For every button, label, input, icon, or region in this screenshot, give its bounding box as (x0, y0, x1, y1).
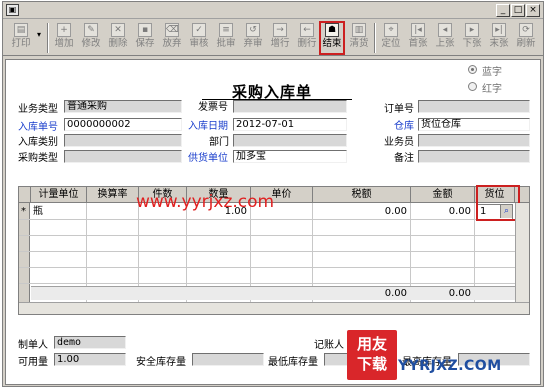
receipt-no-field[interactable]: 0000000002 (64, 118, 182, 131)
close-button[interactable]: × (526, 4, 540, 17)
delete-icon: ✕ (111, 23, 125, 37)
remark-field[interactable] (418, 150, 530, 163)
locate-icon: ⌖ (384, 23, 398, 37)
receipt-date-field[interactable]: 2012-07-01 (233, 118, 347, 131)
watermark-url: www.yyrjxz.com (136, 192, 275, 212)
blue-radio[interactable] (468, 65, 477, 74)
tax-total: 0.00 (384, 288, 407, 299)
delete-row-icon: ← (300, 23, 314, 37)
minimize-button[interactable]: _ (496, 4, 510, 17)
toolbar: ▤ 打印 ▾ + 增加 ✎ 修改 ✕ 删除 ▪ 保存 ⌫ 放弃 ✓ 审核 ≡ 批审 ↺ 弃审 →… (3, 20, 543, 56)
batch-audit-icon: ≡ (219, 23, 233, 37)
grid-hline (19, 283, 529, 284)
app-icon[interactable]: ▣ (6, 4, 19, 16)
totals-row: 0.00 0.00 (31, 286, 527, 300)
purchase-type-field[interactable] (64, 150, 182, 163)
refresh-button[interactable]: ⟳ 刷新 (513, 22, 539, 54)
unit-cell[interactable]: 瓶 (33, 204, 83, 220)
last-icon: ▸| (492, 23, 506, 37)
supplier-field[interactable]: 加多宝 (233, 150, 347, 163)
salesman-label: 业务员 (384, 137, 414, 148)
column-header[interactable]: 计量单位 (31, 187, 87, 203)
unaudit-icon: ↺ (246, 23, 260, 37)
business-type-label: 业务类型 (18, 104, 58, 115)
clear-icon: ▥ (352, 23, 366, 37)
horizontal-scrollbar[interactable] (19, 302, 529, 314)
amount-total: 0.00 (448, 288, 471, 299)
salesman-field[interactable] (418, 134, 530, 147)
first-icon: |◂ (411, 23, 425, 37)
refresh-icon: ⟳ (519, 23, 533, 37)
location-highlight-box (476, 185, 520, 221)
prev-icon: ◂ (438, 23, 452, 37)
warehouse-label: 仓库 (394, 121, 414, 132)
invoice-no-field[interactable] (233, 100, 347, 113)
receipt-no-label: 入库单号 (18, 122, 58, 133)
order-no-field[interactable] (418, 100, 530, 113)
next-icon: ▸ (465, 23, 479, 37)
clear-goods-button[interactable]: ▥ 清货 (346, 22, 372, 54)
min-stock-label: 最低库存量 (268, 357, 318, 368)
add-row-icon: → (273, 23, 287, 37)
available-label: 可用量 (18, 357, 48, 368)
rate-cell[interactable] (89, 204, 137, 220)
receipt-category-field[interactable] (64, 134, 182, 147)
maximize-button[interactable]: □ (511, 4, 525, 17)
audit-icon: ✓ (192, 23, 206, 37)
receipt-date-label: 入库日期 (188, 121, 228, 132)
grid-hline (19, 235, 529, 236)
safety-stock-label: 安全库存量 (136, 357, 186, 368)
tax-cell[interactable]: 0.00 (315, 204, 407, 220)
column-header[interactable]: 税额 (313, 187, 411, 203)
department-field[interactable] (233, 134, 347, 147)
supplier-label: 供货单位 (188, 153, 228, 164)
red-radio[interactable] (468, 82, 477, 91)
business-type-field[interactable]: 普通采购 (64, 100, 182, 113)
grid-hline (19, 267, 529, 268)
row-header-corner (19, 187, 31, 203)
maker-field[interactable]: demo (54, 336, 126, 349)
safety-stock-field[interactable] (192, 353, 264, 366)
add-icon: + (57, 23, 71, 37)
grid-hline (19, 251, 529, 252)
purchase-type-label: 采购类型 (18, 153, 58, 164)
receipt-category-label: 入库类别 (18, 137, 58, 148)
column-header[interactable]: 换算率 (87, 187, 139, 203)
print-dropdown-arrow-icon[interactable]: ▾ (37, 30, 41, 39)
column-header[interactable]: 金额 (411, 187, 475, 203)
amount-cell[interactable]: 0.00 (413, 204, 471, 220)
available-field[interactable]: 1.00 (54, 353, 126, 366)
yonyou-download-logo: 用友 下载 (347, 330, 397, 380)
logo-site-text: YYRJXZ.COM (398, 358, 502, 374)
maker-label: 制单人 (18, 340, 48, 351)
remark-label: 备注 (394, 153, 414, 164)
title-bar: ▣ _ □ × (3, 2, 543, 19)
red-radio-label: 红字 (482, 84, 502, 95)
vertical-scrollbar[interactable] (515, 203, 529, 302)
invoice-no-label: 发票号 (198, 102, 228, 113)
printer-icon: ▤ (14, 23, 28, 37)
order-no-label: 订单号 (384, 104, 414, 115)
edit-icon: ✎ (84, 23, 98, 37)
warehouse-field[interactable]: 货位仓库 (418, 118, 530, 131)
save-icon: ▪ (138, 23, 152, 37)
print-button[interactable]: ▤ 打印 (5, 22, 37, 54)
department-label: 部门 (209, 137, 229, 148)
blue-radio-label: 蓝字 (482, 67, 502, 78)
abandon-icon: ⌫ (165, 23, 179, 37)
purchase-receipt-form: 蓝字 红字 采购入库单 业务类型 普通采购 发票号 订单号 入库单号 00000… (5, 59, 541, 385)
row-marker: * (21, 206, 26, 217)
bookkeeper-label: 记账人 (314, 340, 344, 351)
